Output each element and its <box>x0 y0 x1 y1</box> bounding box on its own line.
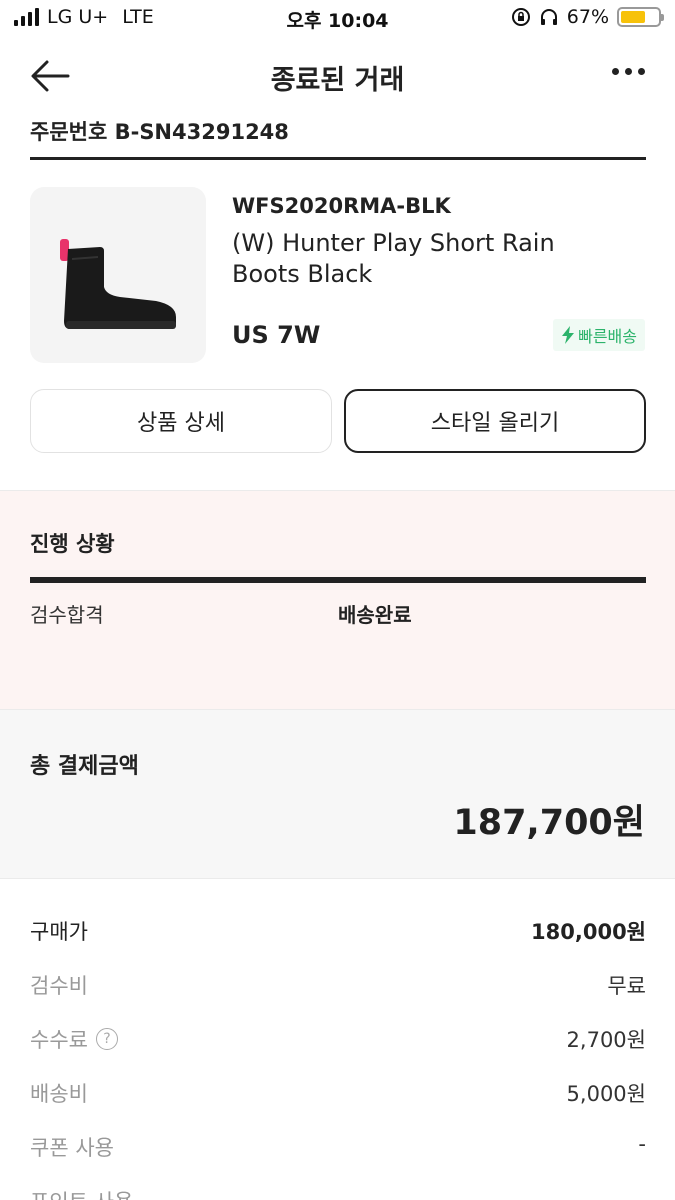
purchase-price-row: 구매가 180,000원 <box>30 912 646 948</box>
product-image[interactable] <box>30 187 206 363</box>
progress-bar <box>30 577 646 583</box>
order-number: 주문번호 B-SN43291248 <box>30 120 289 144</box>
fast-delivery-badge: 빠른배송 <box>553 319 645 351</box>
row-label: 포인트 사용 <box>30 1186 133 1200</box>
help-icon[interactable]: ? <box>95 1028 118 1050</box>
row-value: 무료 <box>607 974 646 998</box>
row-value: - <box>638 1132 646 1156</box>
commission-row: 수수료 ? 2,700원 <box>30 1020 646 1056</box>
row-label: 쿠폰 사용 <box>30 1136 114 1160</box>
headphones-icon <box>540 9 557 25</box>
row-value: 2,700원 <box>566 1028 646 1052</box>
status-right: 67% <box>511 6 664 28</box>
row-label: 검수비 <box>30 974 88 998</box>
row-label: 수수료 <box>30 1028 88 1052</box>
inspection-fee-row: 검수비 무료 <box>30 966 646 1002</box>
row-value: 180,000원 <box>531 920 646 944</box>
shipping-fee-row: 배송비 5,000원 <box>30 1074 646 1110</box>
more-dot-icon <box>625 68 632 75</box>
lightning-icon <box>562 326 575 344</box>
progress-step-delivered: 배송완료 <box>338 603 412 627</box>
more-button[interactable] <box>612 68 645 75</box>
status-bar: LG U+ LTE 오후 10:04 67% <box>0 0 675 38</box>
top-nav: 종료된 거래 <box>0 44 675 106</box>
more-dot-icon <box>612 68 619 75</box>
battery-percent: 67% <box>566 6 609 28</box>
more-dot-icon <box>638 68 645 75</box>
product-model-number: WFS2020RMA-BLK <box>232 194 451 218</box>
point-row: 포인트 사용 <box>30 1182 646 1200</box>
total-payment-value: 187,700원 <box>453 803 645 843</box>
page-title: 종료된 거래 <box>270 65 405 96</box>
battery-icon <box>617 7 664 27</box>
fast-delivery-label: 빠른배송 <box>578 327 637 346</box>
upload-style-button[interactable]: 스타일 올리기 <box>344 389 646 453</box>
rotation-lock-icon <box>511 8 530 26</box>
row-value: 5,000원 <box>566 1082 646 1106</box>
progress-title: 진행 상황 <box>30 532 115 556</box>
battery-fill <box>621 11 646 23</box>
total-payment-section: 총 결제금액 187,700원 <box>0 710 675 878</box>
row-label: 배송비 <box>30 1082 88 1106</box>
product-name: (W) Hunter Play Short Rain Boots Black <box>232 229 555 288</box>
product-size: US 7W <box>232 321 321 349</box>
row-label: 구매가 <box>30 920 88 944</box>
coupon-row: 쿠폰 사용 - <box>30 1128 646 1164</box>
order-divider <box>30 157 646 160</box>
rain-boot-image <box>60 239 176 329</box>
row-label-wrap: 수수료 ? <box>30 1024 118 1054</box>
progress-step-inspection-passed: 검수합격 <box>30 603 104 627</box>
total-payment-label: 총 결제금액 <box>30 754 139 779</box>
progress-section: 진행 상황 검수합격 배송완료 <box>0 491 675 709</box>
product-detail-button[interactable]: 상품 상세 <box>30 389 332 453</box>
section-divider <box>0 878 675 879</box>
